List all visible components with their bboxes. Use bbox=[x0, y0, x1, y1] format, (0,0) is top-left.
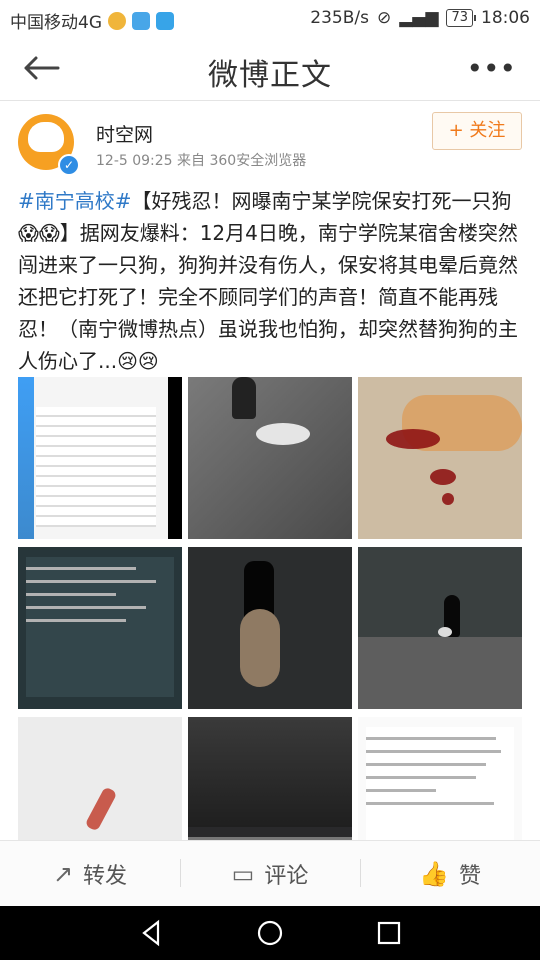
status-right: 235B/s ⊘ ▂▄▆ 73 18:06 bbox=[310, 8, 530, 28]
carried-dog-shape bbox=[240, 609, 280, 687]
image-3[interactable] bbox=[358, 377, 522, 539]
page-title: 微博正文 bbox=[208, 58, 332, 93]
image-1[interactable] bbox=[18, 377, 182, 539]
recent-apps-icon[interactable] bbox=[374, 918, 404, 948]
blood-mark-2 bbox=[430, 469, 456, 485]
chat-screenshot bbox=[36, 407, 156, 527]
paved-ground bbox=[188, 377, 352, 539]
more-options-icon[interactable]: ••• bbox=[466, 52, 516, 85]
status-left: 中国移动4G bbox=[10, 8, 174, 33]
post-meta: 12-5 09:25 来自 360安全浏览器 bbox=[96, 153, 307, 169]
post-body: 【好残忍！网曝南宁某学院保安打死一只狗😱😱】据网友爆料：12月4日晚，南宁学院某… bbox=[18, 189, 518, 373]
notification-icon bbox=[108, 11, 126, 30]
cloud-icon bbox=[156, 11, 174, 30]
dorm-building bbox=[188, 717, 352, 827]
system-navigation-bar bbox=[0, 906, 540, 960]
app-icon bbox=[132, 11, 150, 30]
red-stain bbox=[84, 786, 118, 832]
dark-edge bbox=[168, 377, 182, 539]
signal-icon: ▂▄▆ bbox=[399, 8, 439, 28]
status-bar: 中国移动4G 235B/s ⊘ ▂▄▆ 73 18:06 bbox=[0, 0, 540, 36]
post-content: #南宁高校#【好残忍！网曝南宁某学院保安打死一只狗😱😱】据网友爆料：12月4日晚… bbox=[18, 185, 523, 377]
repost-button[interactable]: ↗ 转发 bbox=[0, 841, 180, 907]
repost-icon: ↗ bbox=[52, 860, 74, 888]
like-label: 赞 bbox=[458, 864, 481, 889]
white-dog-shape bbox=[256, 423, 310, 445]
avatar-face bbox=[28, 122, 64, 152]
follow-button[interactable]: + 关注 bbox=[432, 112, 522, 150]
action-bar: ↗ 转发 ▭ 评论 👍 赞 bbox=[0, 840, 540, 907]
dark-chat-screenshot bbox=[26, 557, 174, 697]
carrier-label: 中国移动4G bbox=[10, 13, 102, 33]
back-triangle-icon[interactable] bbox=[136, 918, 166, 948]
time-label: 18:06 bbox=[481, 8, 530, 28]
mute-icon: ⊘ bbox=[376, 8, 392, 28]
battery-indicator: 73 bbox=[446, 9, 476, 27]
repost-label: 转发 bbox=[83, 864, 128, 889]
comment-button[interactable]: ▭ 评论 bbox=[180, 841, 360, 907]
network-speed: 235B/s bbox=[310, 8, 369, 28]
blood-mark-1 bbox=[386, 429, 440, 449]
image-6[interactable] bbox=[358, 547, 522, 709]
image-5[interactable] bbox=[188, 547, 352, 709]
comment-label: 评论 bbox=[264, 864, 309, 889]
top-nav: 微博正文 ••• bbox=[0, 36, 540, 101]
small-dog-shape bbox=[438, 627, 452, 637]
hashtag-link[interactable]: #南宁高校# bbox=[18, 189, 132, 213]
person-shadow bbox=[232, 377, 256, 419]
night-road bbox=[358, 637, 522, 709]
like-button[interactable]: 👍 赞 bbox=[360, 841, 540, 907]
image-grid bbox=[18, 377, 522, 879]
blood-mark-3 bbox=[442, 493, 454, 505]
verified-badge-icon: ✓ bbox=[58, 154, 80, 176]
username[interactable]: 时空网 bbox=[96, 120, 153, 147]
image-2[interactable] bbox=[188, 377, 352, 539]
comment-icon: ▭ bbox=[231, 860, 255, 888]
thumbs-up-icon: 👍 bbox=[419, 860, 449, 888]
home-circle-icon[interactable] bbox=[255, 918, 285, 948]
image-4[interactable] bbox=[18, 547, 182, 709]
blue-scribble bbox=[18, 377, 34, 539]
